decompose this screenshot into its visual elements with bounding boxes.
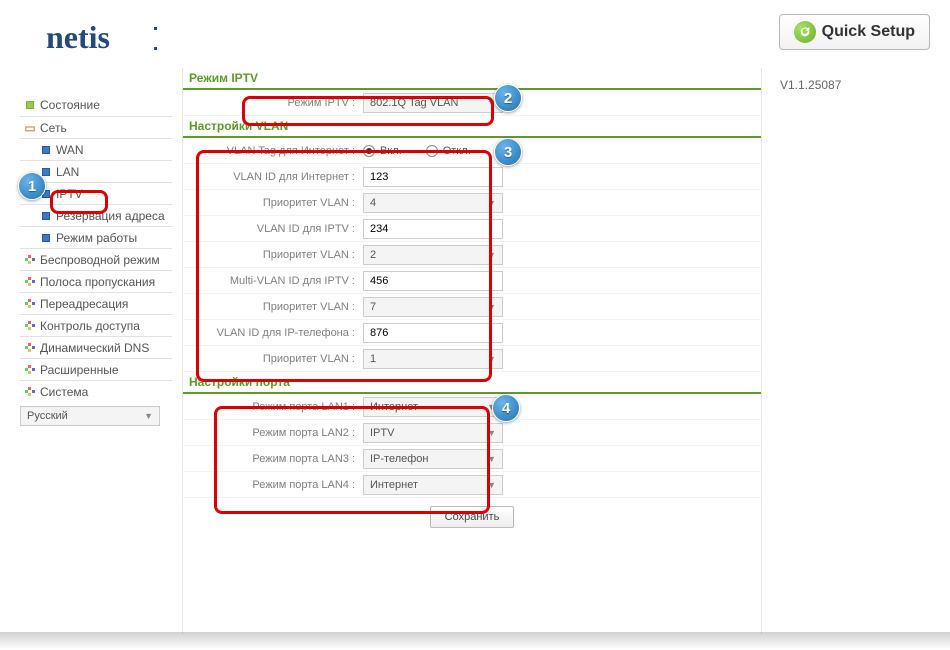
plus-icon [24, 320, 36, 332]
lan1-label: Режим порта LAN1 : [183, 401, 363, 413]
quick-setup-label: Quick Setup [822, 23, 915, 41]
sidebar: Состояние ▭Сеть WAN LAN IPTV Резервация … [20, 68, 172, 634]
annotation-callout-3: 3 [494, 138, 522, 166]
chevron-down-icon: ▼ [487, 480, 496, 490]
sidebar-item-system[interactable]: Система [20, 380, 172, 402]
square-icon [40, 232, 52, 244]
vlan-id-iptv-input[interactable] [363, 219, 503, 239]
chevron-down-icon: ▼ [487, 428, 496, 438]
vlan-pri-multi-select[interactable]: 7▼ [363, 297, 503, 317]
sidebar-item-bandwidth[interactable]: Полоса пропускания [20, 270, 172, 292]
brand-logo: netis [46, 20, 176, 61]
lan4-select[interactable]: Интернет▼ [363, 475, 503, 495]
multi-vlan-id-label: Multi-VLAN ID для IPTV : [183, 275, 363, 287]
lan4-label: Режим порта LAN4 : [183, 479, 363, 491]
save-button[interactable]: Сохранить [430, 506, 515, 528]
sidebar-item-operation-mode[interactable]: Режим работы [20, 226, 172, 248]
status-icon [24, 99, 36, 111]
vlan-tag-off-radio[interactable]: Откл. [426, 145, 471, 157]
radio-icon [363, 145, 375, 157]
chevron-down-icon: ▼ [144, 411, 153, 421]
square-icon [40, 144, 52, 156]
vlan-tag-label: VLAN Tag для Интернет : [183, 145, 363, 157]
minus-icon: ▭ [24, 122, 36, 134]
annotation-callout-1: 1 [18, 172, 46, 200]
vlan-pri-phone-select[interactable]: 1▼ [363, 349, 503, 369]
page-shadow [0, 632, 950, 650]
vlan-pri-iptv-select[interactable]: 2▼ [363, 245, 503, 265]
multi-vlan-id-input[interactable] [363, 271, 503, 291]
iptv-mode-section-title: Режим IPTV [183, 68, 761, 90]
annotation-callout-4: 4 [492, 394, 520, 422]
ports-section-title: Настройки порта [183, 372, 761, 394]
plus-icon [24, 276, 36, 288]
iptv-mode-select[interactable]: 802.1Q Tag VLAN▼ [363, 93, 503, 113]
chevron-down-icon: ▼ [487, 354, 496, 364]
vlan-pri-inet-select[interactable]: 4▼ [363, 193, 503, 213]
vlan-id-inet-label: VLAN ID для Интернет : [183, 171, 363, 183]
vlan-id-phone-label: VLAN ID для IP-телефона : [183, 327, 363, 339]
vlan-tag-on-radio[interactable]: Вкл. [363, 145, 402, 157]
lan2-select[interactable]: IPTV▼ [363, 423, 503, 443]
vlan-pri-iptv-label: Приоритет VLAN : [183, 249, 363, 261]
vlan-pri-multi-label: Приоритет VLAN : [183, 301, 363, 313]
vlan-id-iptv-label: VLAN ID для IPTV : [183, 223, 363, 235]
vlan-pri-phone-label: Приоритет VLAN : [183, 353, 363, 365]
sidebar-item-ddns[interactable]: Динамический DNS [20, 336, 172, 358]
chevron-down-icon: ▼ [487, 302, 496, 312]
sidebar-item-status[interactable]: Состояние [20, 94, 172, 116]
iptv-mode-label: Режим IPTV : [183, 97, 363, 109]
lan1-select[interactable]: Интернет▼ [363, 397, 503, 417]
sidebar-item-address-reservation[interactable]: Резервация адреса [20, 204, 172, 226]
sidebar-item-forwarding[interactable]: Переадресация [20, 292, 172, 314]
sidebar-item-wan[interactable]: WAN [20, 138, 172, 160]
annotation-callout-2: 2 [494, 84, 522, 112]
plus-icon [24, 298, 36, 310]
sidebar-item-access-control[interactable]: Контроль доступа [20, 314, 172, 336]
sidebar-item-advanced[interactable]: Расширенные [20, 358, 172, 380]
main-content: Режим IPTV Режим IPTV : 802.1Q Tag VLAN▼… [182, 68, 762, 634]
firmware-version: V1.1.25087 [772, 78, 930, 92]
lan3-select[interactable]: IP-телефон▼ [363, 449, 503, 469]
svg-text:netis: netis [46, 20, 110, 55]
chevron-down-icon: ▼ [487, 250, 496, 260]
lan2-label: Режим порта LAN2 : [183, 427, 363, 439]
lan3-label: Режим порта LAN3 : [183, 453, 363, 465]
plus-icon [24, 386, 36, 398]
vlan-section-title: Настройки VLAN [183, 116, 761, 138]
refresh-icon [794, 21, 816, 43]
square-icon [40, 210, 52, 222]
chevron-down-icon: ▼ [487, 198, 496, 208]
vlan-id-phone-input[interactable] [363, 323, 503, 343]
chevron-down-icon: ▼ [487, 454, 496, 464]
plus-icon [24, 342, 36, 354]
radio-icon [426, 145, 438, 157]
language-select[interactable]: Русский▼ [20, 406, 160, 426]
sidebar-item-network[interactable]: ▭Сеть [20, 116, 172, 138]
plus-icon [24, 364, 36, 376]
vlan-id-inet-input[interactable] [363, 167, 503, 187]
vlan-pri-inet-label: Приоритет VLAN : [183, 197, 363, 209]
sidebar-item-wireless[interactable]: Беспроводной режим [20, 248, 172, 270]
plus-icon [24, 254, 36, 266]
quick-setup-button[interactable]: Quick Setup [779, 14, 930, 50]
